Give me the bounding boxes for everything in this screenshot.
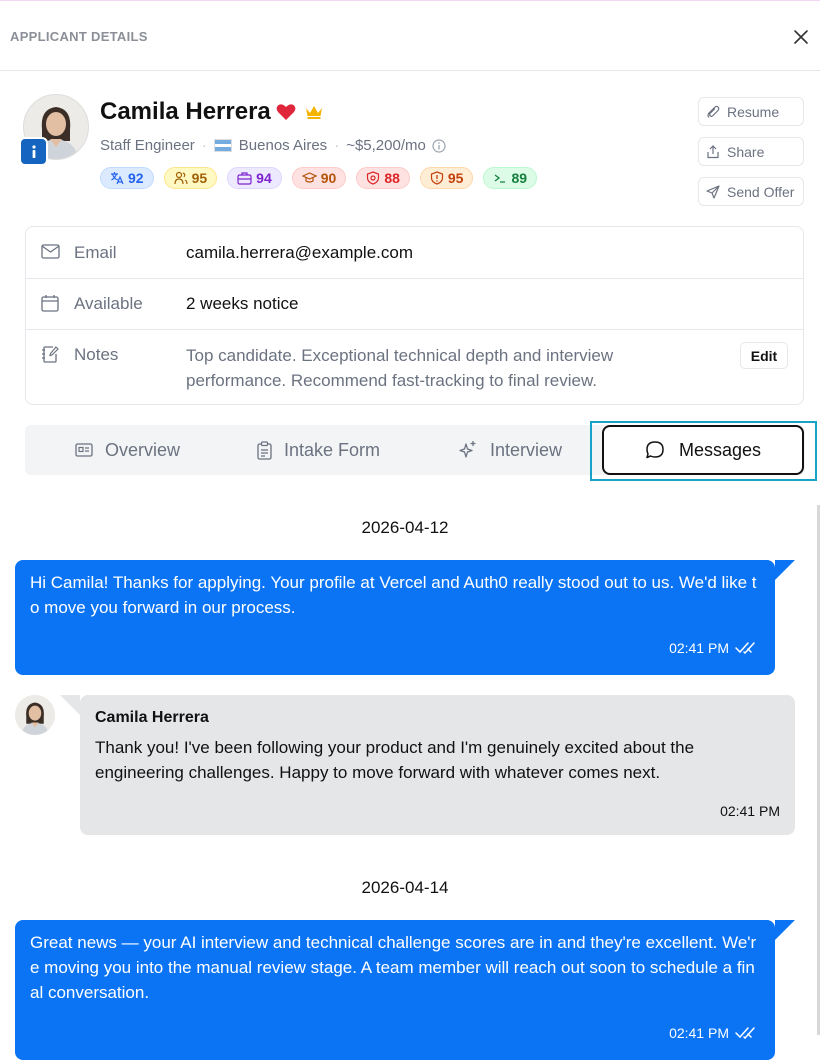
separator: · bbox=[334, 137, 340, 154]
available-label: Available bbox=[74, 294, 143, 313]
briefcase-icon bbox=[237, 172, 252, 185]
bubble-tail bbox=[775, 920, 795, 940]
message-text: Great news — your AI interview and techn… bbox=[30, 933, 757, 1002]
role: Staff Engineer bbox=[100, 137, 195, 154]
available-row: Available 2 weeks notice bbox=[26, 278, 803, 330]
email-value[interactable]: camila.herrera@example.com bbox=[186, 243, 413, 263]
share-icon bbox=[707, 144, 719, 158]
double-check-icon bbox=[735, 642, 755, 655]
date-separator: 2026-04-12 bbox=[361, 518, 449, 537]
separator: · bbox=[201, 137, 207, 154]
score-badges: 92 95 94 90 88 95 89 bbox=[100, 167, 538, 189]
name-icons bbox=[276, 103, 324, 121]
tab-intake-form[interactable]: Intake Form bbox=[257, 425, 380, 475]
users-icon bbox=[173, 171, 188, 185]
id-card-icon bbox=[75, 443, 93, 457]
notes-label: Notes bbox=[74, 345, 119, 364]
share-button[interactable]: Share bbox=[698, 137, 804, 166]
edit-notes-button[interactable]: Edit bbox=[740, 342, 788, 369]
score-badge-security[interactable]: 88 bbox=[356, 167, 410, 189]
message-circle-icon bbox=[646, 441, 664, 459]
panel-header: APPLICANT DETAILS bbox=[0, 4, 820, 71]
score-badge-experience[interactable]: 94 bbox=[227, 167, 282, 189]
notes-text: Top candidate. Exceptional technical dep… bbox=[186, 346, 614, 390]
graduation-cap-icon bbox=[301, 172, 317, 183]
outgoing-message: Great news — your AI interview and techn… bbox=[15, 920, 795, 1060]
date-separator: 2026-04-14 bbox=[361, 878, 449, 897]
salary: ~$5,200/mo bbox=[346, 137, 426, 154]
close-button[interactable] bbox=[790, 26, 812, 48]
available-value: 2 weeks notice bbox=[186, 294, 299, 313]
score-badge-culture[interactable]: 95 bbox=[163, 167, 218, 189]
bubble-tail bbox=[60, 695, 80, 715]
flag-argentina-icon bbox=[213, 139, 232, 152]
candidate-meta: Staff Engineer · Buenos Aires · ~$5,200/… bbox=[100, 137, 446, 154]
translate-icon bbox=[111, 172, 124, 185]
message-text: Thank you! I've been following your prod… bbox=[95, 738, 695, 782]
location: Buenos Aires bbox=[238, 137, 328, 154]
email-row: Email camila.herrera@example.com bbox=[26, 227, 803, 279]
terminal-icon bbox=[495, 174, 506, 183]
info-badge[interactable] bbox=[19, 137, 48, 166]
info-circle-icon[interactable] bbox=[432, 138, 446, 153]
crown-icon bbox=[306, 106, 322, 119]
candidate-name: Camila Herrera bbox=[100, 98, 271, 125]
resume-button[interactable]: Resume bbox=[698, 97, 804, 126]
incoming-message: Camila Herrera Thank you! I've been foll… bbox=[60, 695, 795, 835]
details-card: Email camila.herrera@example.com Availab… bbox=[25, 226, 804, 405]
info-icon bbox=[31, 144, 36, 158]
score-badge-language[interactable]: 92 bbox=[100, 167, 154, 189]
panel-title: APPLICANT DETAILS bbox=[10, 29, 148, 44]
heart-icon[interactable] bbox=[276, 103, 296, 121]
sparkles-icon bbox=[459, 441, 476, 458]
tab-overview[interactable]: Overview bbox=[75, 425, 180, 475]
mail-icon bbox=[41, 244, 60, 259]
message-text: Hi Camila! Thanks for applying. Your pro… bbox=[30, 573, 757, 617]
sender-avatar bbox=[15, 695, 55, 735]
shield-icon bbox=[430, 171, 443, 185]
clipboard-icon bbox=[257, 440, 272, 460]
message-time: 02:41 PM bbox=[669, 640, 759, 656]
score-badge-technical[interactable]: 89 bbox=[483, 167, 538, 189]
close-icon bbox=[794, 30, 808, 44]
score-badge-trust[interactable]: 95 bbox=[419, 167, 474, 189]
paperclip-icon bbox=[707, 105, 720, 118]
tab-messages[interactable]: Messages bbox=[602, 425, 804, 475]
bubble-tail bbox=[775, 560, 795, 580]
tab-interview[interactable]: Interview bbox=[458, 425, 562, 475]
shield-alert-icon bbox=[367, 171, 380, 185]
calendar-icon bbox=[41, 295, 59, 312]
outgoing-message: Hi Camila! Thanks for applying. Your pro… bbox=[15, 560, 795, 675]
send-offer-button[interactable]: Send Offer bbox=[698, 177, 804, 206]
email-label: Email bbox=[74, 243, 117, 262]
send-icon bbox=[706, 184, 720, 199]
double-check-icon bbox=[735, 1027, 755, 1040]
score-badge-education[interactable]: 90 bbox=[291, 167, 347, 189]
message-time: 02:41 PM bbox=[720, 803, 780, 819]
notebook-pen-icon bbox=[42, 346, 59, 363]
message-time: 02:41 PM bbox=[669, 1025, 759, 1041]
sender-name: Camila Herrera bbox=[95, 709, 209, 726]
